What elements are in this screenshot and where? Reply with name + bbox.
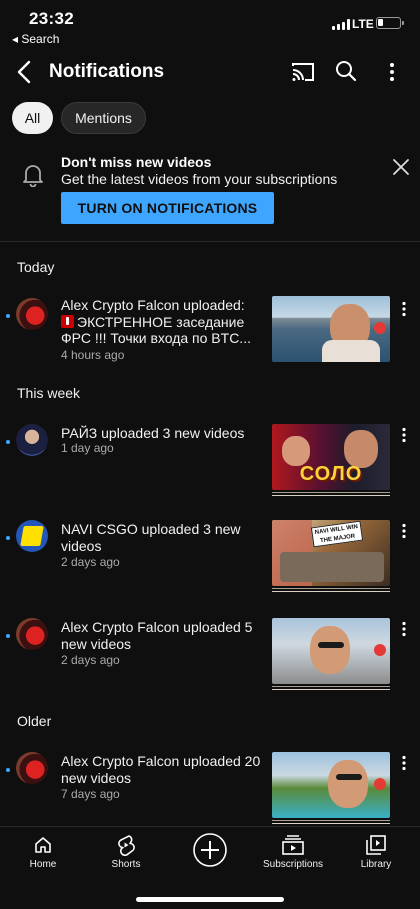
record-icon <box>374 644 386 656</box>
siren-icon <box>61 314 74 328</box>
avatar <box>16 752 48 784</box>
notification-text: Alex Crypto Falcon uploaded 20 new video… <box>61 753 261 786</box>
more-vertical-icon[interactable] <box>400 523 408 539</box>
avatar <box>16 618 48 650</box>
notification-item[interactable]: Alex Crypto Falcon uploaded 20 new video… <box>0 752 420 824</box>
thumbnail-stack <box>272 686 390 690</box>
home-indicator <box>136 897 284 902</box>
cast-icon[interactable] <box>291 60 315 84</box>
video-thumbnail[interactable]: СОЛО <box>272 424 390 490</box>
notification-time: 2 days ago <box>61 653 120 667</box>
video-thumbnail[interactable] <box>272 618 390 684</box>
status-bar: 23:32 ◂ Search LTE <box>0 0 420 48</box>
unread-dot <box>6 536 10 540</box>
subscriptions-icon <box>282 835 304 855</box>
nav-create[interactable] <box>168 827 252 877</box>
back-arrow-icon[interactable] <box>12 58 40 86</box>
bottom-navigation: Home Shorts Subscriptions Library <box>0 826 420 909</box>
notification-time: 1 day ago <box>61 441 114 455</box>
record-icon <box>374 778 386 790</box>
more-vertical-icon[interactable] <box>400 427 408 443</box>
notification-item[interactable]: NAVI CSGO uploaded 3 new videos 2 days a… <box>0 520 420 592</box>
notification-item[interactable]: РАЙЗ uploaded 3 new videos 1 day ago СОЛ… <box>0 424 420 496</box>
bell-icon <box>23 165 43 187</box>
promo-title: Don't miss new videos <box>61 154 212 170</box>
notification-time: 4 hours ago <box>61 348 125 362</box>
notification-text: Alex Crypto Falcon uploaded: ЭКСТРЕННОЕ … <box>61 297 251 346</box>
notification-time: 7 days ago <box>61 787 120 801</box>
home-icon <box>35 837 51 853</box>
notification-promo: Don't miss new videos Get the latest vid… <box>0 150 420 242</box>
signal-icon <box>332 19 350 30</box>
notification-time: 2 days ago <box>61 555 120 569</box>
filter-chips: All Mentions <box>12 102 146 134</box>
section-this-week: This week <box>17 385 81 401</box>
chip-mentions[interactable]: Mentions <box>61 102 146 134</box>
nav-home[interactable]: Home <box>1 827 85 877</box>
chip-all[interactable]: All <box>12 102 53 134</box>
section-older: Older <box>17 713 52 729</box>
avatar <box>16 520 48 552</box>
video-thumbnail[interactable] <box>272 296 390 362</box>
notification-text: РАЙЗ uploaded 3 new videos <box>61 425 245 441</box>
unread-dot <box>6 634 10 638</box>
close-icon[interactable] <box>392 158 410 176</box>
thumbnail-stack <box>272 588 390 592</box>
notification-item[interactable]: Alex Crypto Falcon uploaded 5 new videos… <box>0 618 420 692</box>
section-today: Today <box>17 259 55 275</box>
shorts-icon <box>118 835 135 856</box>
battery-icon <box>376 17 404 29</box>
avatar <box>16 298 48 330</box>
nav-library[interactable]: Library <box>334 827 418 877</box>
turn-on-notifications-button[interactable]: TURN ON NOTIFICATIONS <box>61 192 274 224</box>
more-vertical-icon[interactable] <box>400 621 408 637</box>
nav-label: Library <box>360 859 392 870</box>
nav-label: Home <box>29 859 57 870</box>
avatar <box>16 424 48 456</box>
thumbnail-caption: NAVI WILL WIN THE MAJOR <box>310 520 364 548</box>
library-icon <box>366 835 386 855</box>
unread-dot <box>6 314 10 318</box>
thumbnail-stack <box>272 820 390 824</box>
nav-label: Subscriptions <box>262 859 324 870</box>
notification-text: Alex Crypto Falcon uploaded 5 new videos <box>61 619 253 652</box>
video-thumbnail[interactable] <box>272 752 390 818</box>
page-title: Notifications <box>49 61 165 82</box>
nav-shorts[interactable]: Shorts <box>84 827 168 877</box>
video-thumbnail[interactable]: NAVI WILL WIN THE MAJOR <box>272 520 390 586</box>
search-icon[interactable] <box>334 59 358 83</box>
notification-item[interactable]: Alex Crypto Falcon uploaded: ЭКСТРЕННОЕ … <box>0 296 420 366</box>
more-vertical-icon[interactable] <box>384 60 400 84</box>
nav-subscriptions[interactable]: Subscriptions <box>251 827 335 877</box>
promo-subtitle: Get the latest videos from your subscrip… <box>61 171 338 187</box>
thumbnail-stack <box>272 492 390 496</box>
app-header: Notifications <box>0 48 420 96</box>
network-label: LTE <box>352 17 374 31</box>
unread-dot <box>6 440 10 444</box>
nav-label: Shorts <box>111 859 141 870</box>
notification-text: NAVI CSGO uploaded 3 new videos <box>61 521 241 554</box>
create-icon <box>193 833 227 867</box>
status-time: 23:32 <box>29 9 74 28</box>
unread-dot <box>6 768 10 772</box>
record-icon <box>374 322 386 334</box>
more-vertical-icon[interactable] <box>400 301 408 317</box>
thumbnail-caption: СОЛО <box>299 463 363 485</box>
back-to-app-link[interactable]: ◂ Search <box>12 32 59 46</box>
more-vertical-icon[interactable] <box>400 755 408 771</box>
